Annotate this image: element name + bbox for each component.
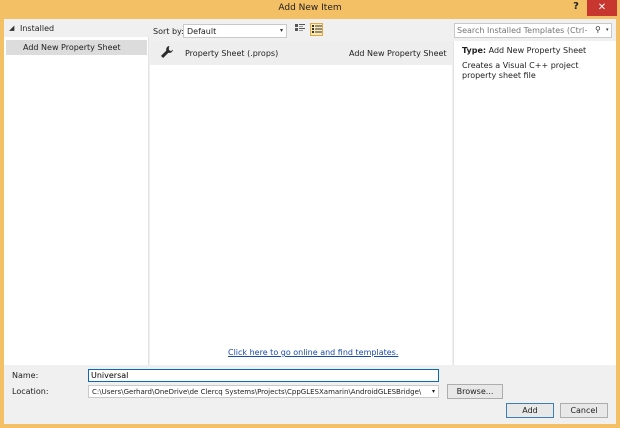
template-name: Property Sheet (.props) bbox=[185, 49, 279, 58]
chevron-down-icon: ▾ bbox=[279, 27, 283, 34]
dialog-title: Add New Item bbox=[278, 3, 342, 13]
template-description: Creates a Visual C++ project property sh… bbox=[462, 61, 579, 80]
template-type: Add New Property Sheet bbox=[349, 49, 447, 58]
chevron-down-icon: ▾ bbox=[431, 388, 435, 395]
type-label: Type: bbox=[462, 46, 487, 55]
category-item-add-new-property-sheet[interactable]: Add New Property Sheet bbox=[6, 40, 147, 55]
title-bar: Add New Item ? ✕ bbox=[0, 0, 620, 19]
location-dropdown[interactable]: C:\Users\Gerhard\OneDrive\de Clercq Syst… bbox=[88, 385, 439, 398]
template-item-property-sheet[interactable]: Property Sheet (.props) Add New Property… bbox=[150, 41, 452, 65]
details-pane: Type: Add New Property Sheet Creates a V… bbox=[453, 41, 616, 365]
expand-arrow-icon[interactable]: ◢ bbox=[9, 24, 14, 32]
name-field[interactable] bbox=[88, 369, 439, 382]
add-new-item-dialog: Add New Item ? ✕ ◢ Installed Add New Pro… bbox=[0, 0, 620, 428]
installed-label: Installed bbox=[20, 24, 55, 33]
sort-by-value: Default bbox=[187, 27, 217, 36]
list-view-button[interactable] bbox=[310, 23, 323, 36]
add-button[interactable]: Add bbox=[506, 403, 554, 418]
grid-view-icon bbox=[295, 24, 305, 31]
browse-button[interactable]: Browse... bbox=[447, 384, 503, 399]
installed-node[interactable]: ◢ Installed bbox=[4, 19, 149, 37]
category-item-label: Add New Property Sheet bbox=[23, 43, 121, 52]
location-value: C:\Users\Gerhard\OneDrive\de Clercq Syst… bbox=[92, 388, 422, 396]
wrench-icon bbox=[161, 46, 173, 58]
search-icon[interactable]: ⚲ bbox=[595, 25, 601, 34]
search-input[interactable] bbox=[457, 25, 587, 36]
template-toolbar: Sort by: Default ▾ bbox=[149, 19, 454, 41]
location-label: Location: bbox=[12, 387, 49, 396]
close-button[interactable]: ✕ bbox=[587, 0, 617, 16]
category-pane: ◢ Installed Add New Property Sheet bbox=[4, 19, 149, 365]
type-line: Type: Add New Property Sheet bbox=[462, 46, 586, 55]
cancel-button[interactable]: Cancel bbox=[560, 403, 608, 418]
find-templates-online-link[interactable]: Click here to go online and find templat… bbox=[228, 348, 398, 357]
help-button[interactable]: ? bbox=[566, 1, 586, 15]
dialog-body: ◢ Installed Add New Property Sheet Sort … bbox=[4, 19, 616, 424]
list-view-icon bbox=[311, 25, 322, 33]
search-templates-box[interactable]: ⚲ ▾ bbox=[454, 23, 612, 38]
small-icons-view-button[interactable] bbox=[294, 24, 306, 36]
sort-by-dropdown[interactable]: Default ▾ bbox=[183, 24, 287, 38]
chevron-down-icon[interactable]: ▾ bbox=[606, 27, 609, 33]
template-list: Property Sheet (.props) Add New Property… bbox=[150, 41, 452, 365]
name-label: Name: bbox=[12, 371, 39, 380]
type-value: Add New Property Sheet bbox=[488, 46, 587, 55]
sort-by-label: Sort by: bbox=[153, 27, 184, 36]
